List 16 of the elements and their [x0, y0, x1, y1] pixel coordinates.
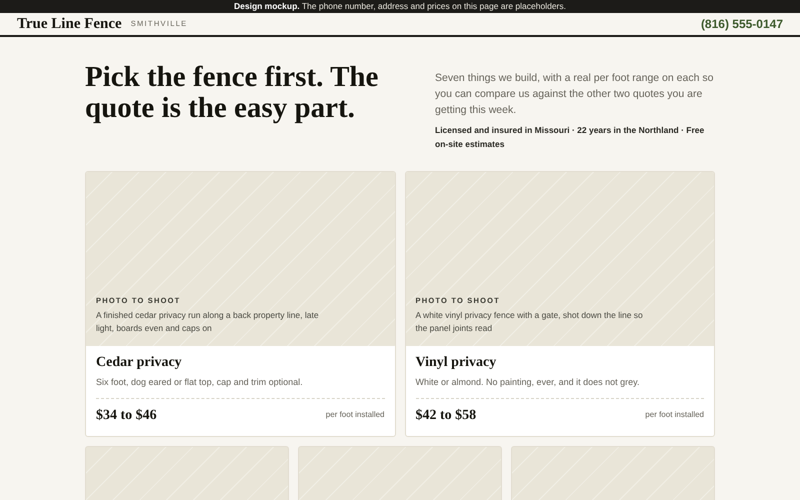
phone-link[interactable]: (816) 555-0147 [700, 15, 783, 33]
card-description: White or almond. No painting, ever, and it does not grey. [416, 376, 704, 399]
price-unit: per foot installed [326, 409, 384, 422]
price-range: $42 to $58 [416, 406, 476, 425]
photo-note: A white vinyl privacy fence with a gate, shot down the line so the panel joints read [416, 309, 644, 336]
card-title: Vinyl privacy [416, 354, 498, 372]
hero-intro: Seven things we build, with a real per foot range on each so you can compare us against the other two quotes you are getting this week. [435, 71, 714, 118]
price-unit: per foot installed [645, 409, 704, 422]
notice-text: Design mockup. The phone number, address and prices on this page are placeholders. [234, 0, 566, 13]
hero-headline: Pick the fence first. The quote is the easy part. [85, 62, 380, 126]
credentials-text: Licensed and insured in Missouri · 22 years in the Northland · Free on-site estimates [435, 124, 706, 152]
price-range: $34 to $46 [96, 406, 157, 425]
photo-note: A finished cedar privacy run along a back property line, late light, boards even and caps on [96, 309, 320, 336]
brand-name[interactable]: True Line Fence [17, 12, 122, 36]
card-description: Six foot, dog eared or flat top, cap and trim optional. [96, 376, 384, 399]
card-title: Cedar privacy [96, 354, 183, 372]
